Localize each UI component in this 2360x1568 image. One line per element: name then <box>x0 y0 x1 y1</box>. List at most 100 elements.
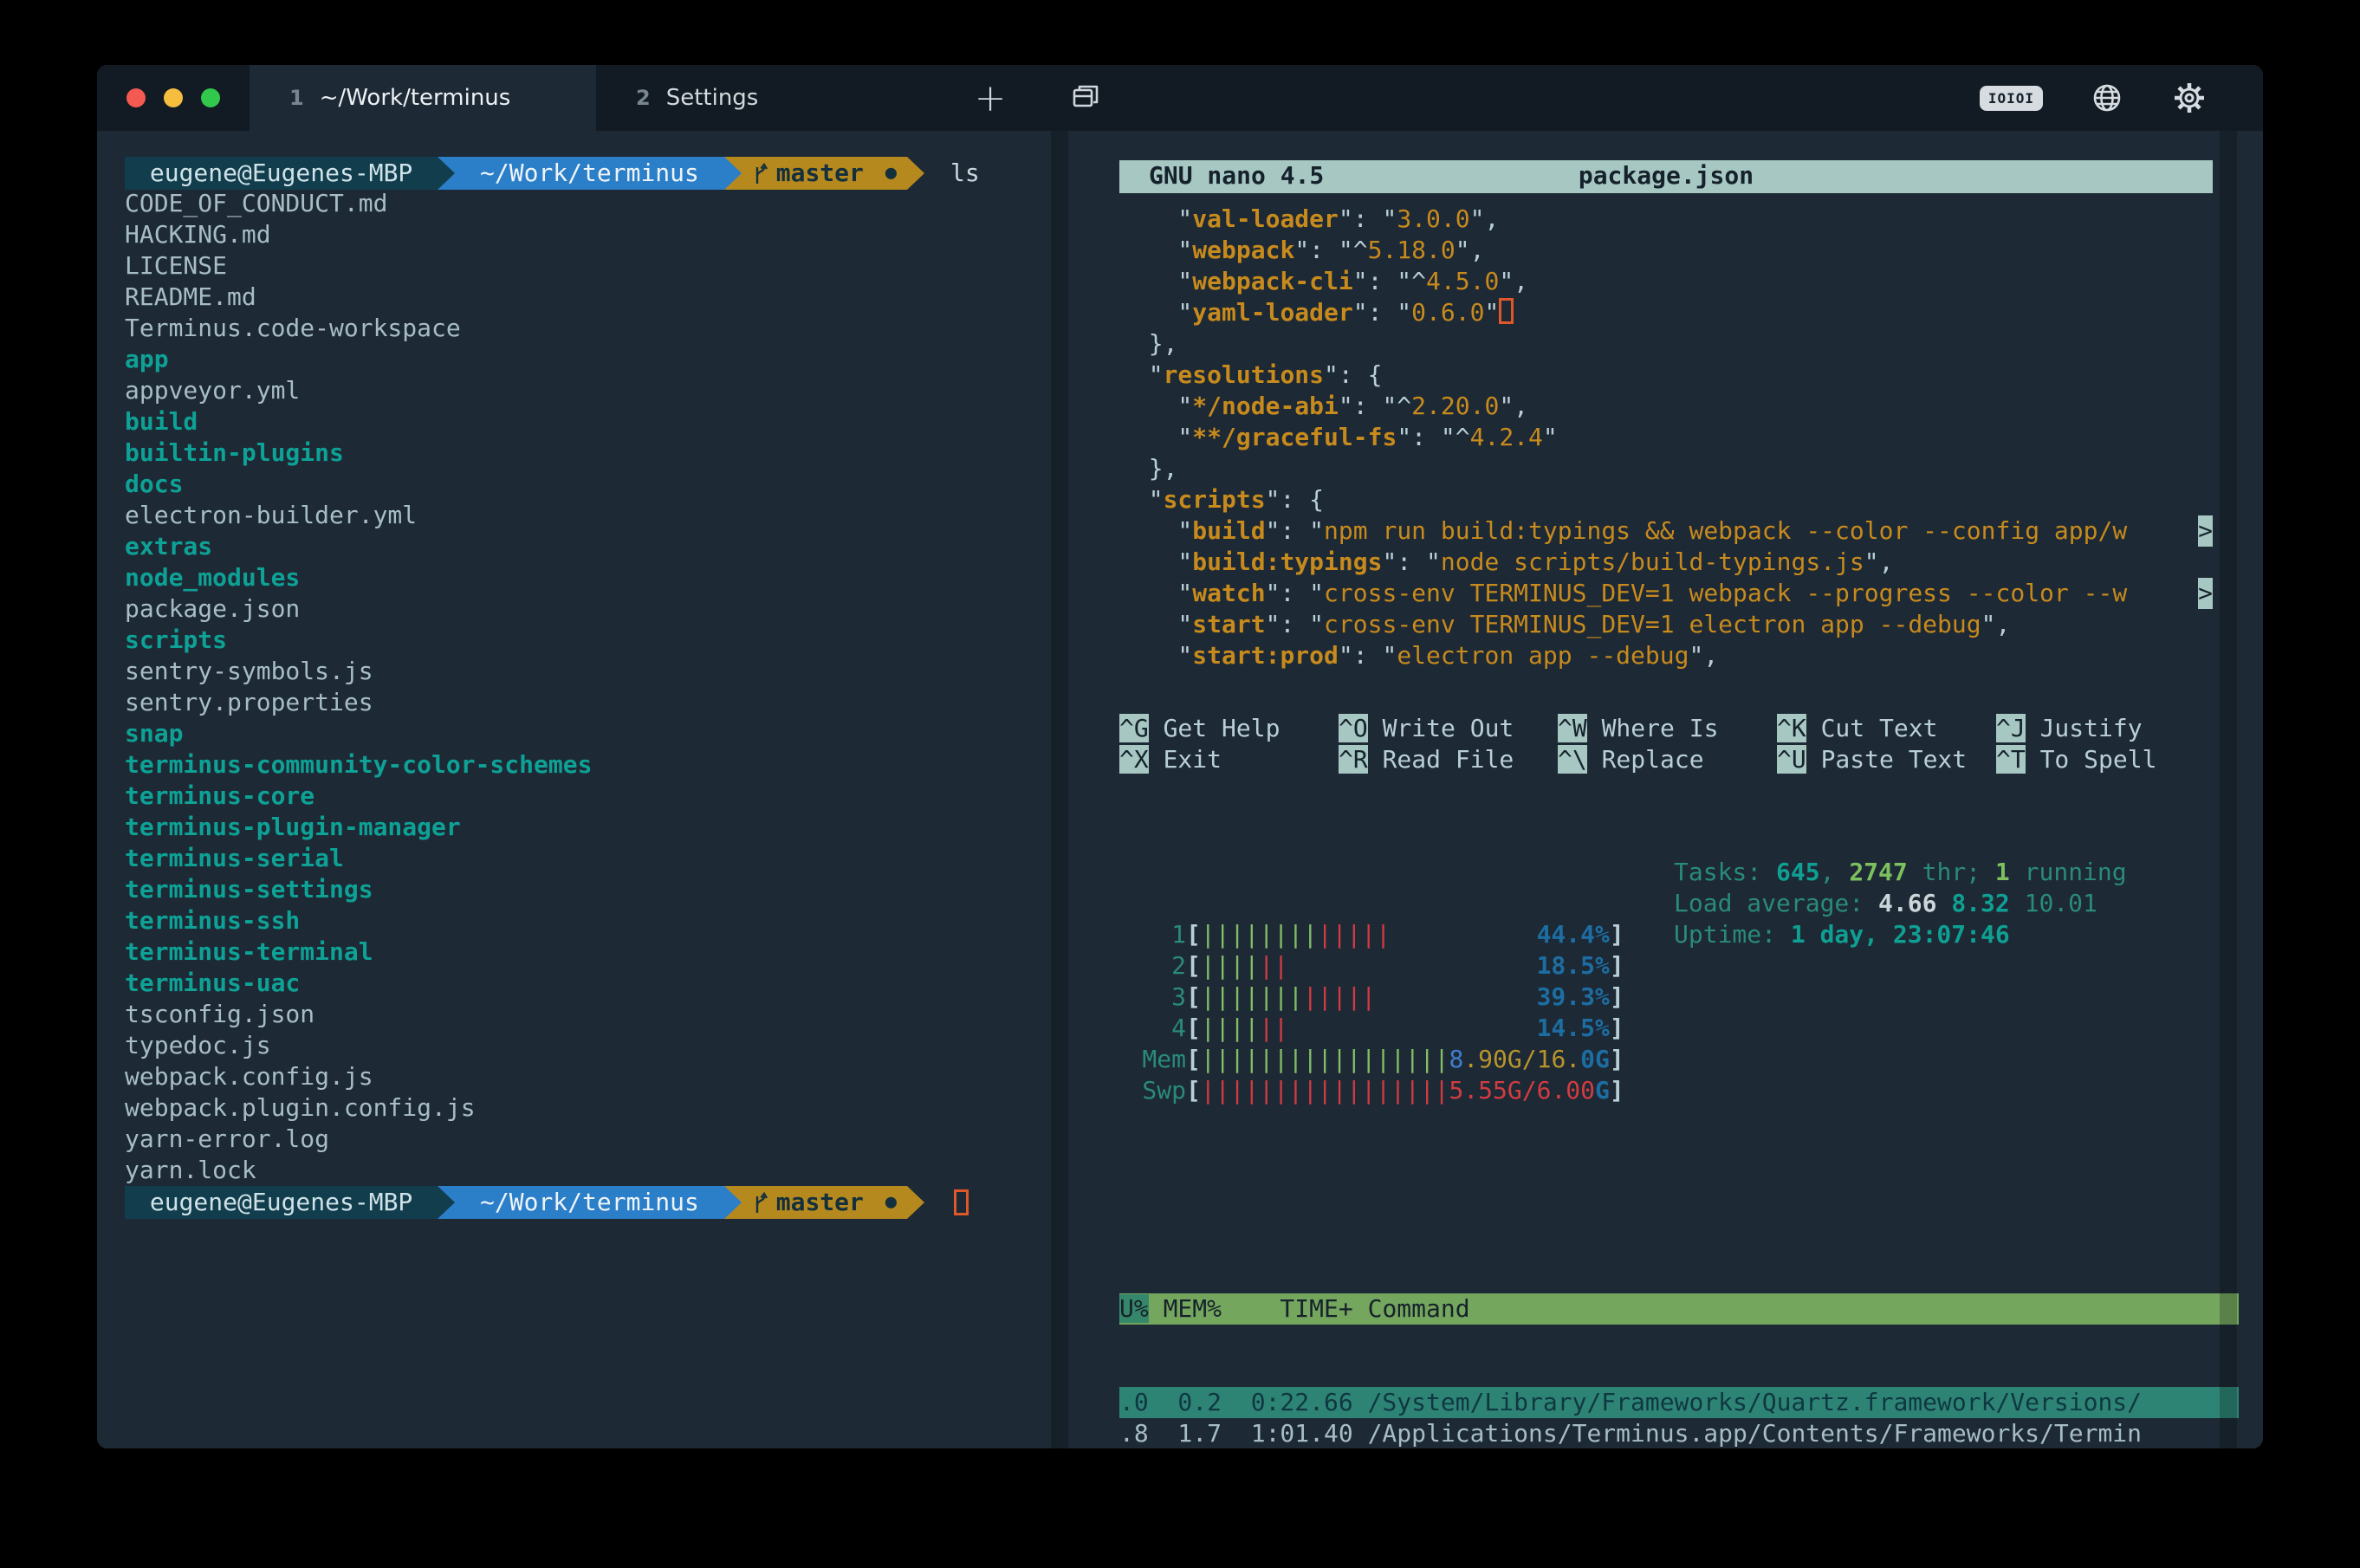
tab-number: 1 <box>289 86 304 110</box>
file-entry: appveyor.yml <box>125 375 1051 406</box>
powerline-arrow-icon <box>438 157 455 190</box>
file-entry: package.json <box>125 593 1051 625</box>
nano-filename: package.json <box>1119 160 2213 191</box>
file-entry: tsconfig.json <box>125 999 1051 1030</box>
json-key: resolutions <box>1164 360 1324 389</box>
nano-line: "webpack-cli": "^4.5.0", <box>1119 266 2213 297</box>
duplicate-window-icon[interactable] <box>1038 65 1133 131</box>
meter-3: 3[||||||||||||39.3%] <box>1119 982 2239 1013</box>
zoom-button[interactable] <box>201 88 220 107</box>
shortcut-key: ^W <box>1558 714 1587 742</box>
shell-prompt: eugene@Eugenes-MBP ~/Work/terminus maste… <box>125 157 1051 190</box>
nano-shortcut: ^X Exit <box>1119 744 1339 775</box>
powerline-arrow-icon <box>907 1186 924 1219</box>
shortcut-label: Paste Text <box>1806 745 1967 774</box>
json-punctuation: ": " <box>1382 548 1440 576</box>
nano-line: "resolutions": { <box>1119 360 2213 391</box>
json-punctuation: " <box>1119 641 1192 670</box>
meter-pipes: ||||||||||||||||| <box>1201 1044 1449 1075</box>
tab-number: 2 <box>636 86 651 110</box>
right-pane-scrollbar[interactable] <box>2220 131 2237 1448</box>
file-entry: build <box>125 406 1051 437</box>
json-punctuation: ": " <box>1339 641 1397 670</box>
file-entry: CODE_OF_CONDUCT.md <box>125 188 1051 219</box>
nano-line: "watch": "cross-env TERMINUS_DEV=1 webpa… <box>1119 578 2213 609</box>
shortcut-key: ^K <box>1777 714 1806 742</box>
right-pane: GNU nano 4.5 package.json "val-loader": … <box>1074 131 2263 1448</box>
nano-titlebar: GNU nano 4.5 package.json <box>1119 160 2213 193</box>
powerline-arrow-icon <box>907 157 924 190</box>
json-punctuation: " <box>1119 360 1164 389</box>
file-name: sentry-symbols.js <box>125 657 373 685</box>
shortcut-label: Write Out <box>1368 714 1514 742</box>
nano-line: "*/node-abi": "^2.20.0", <box>1119 391 2213 422</box>
file-entry: terminus-plugin-manager <box>125 812 1051 843</box>
file-name: README.md <box>125 282 256 311</box>
file-entry: webpack.config.js <box>125 1061 1051 1092</box>
json-value: node scripts/build-typings.js <box>1441 548 1864 576</box>
sort-column-header: U% <box>1119 1294 1149 1323</box>
file-entry: terminus-uac <box>125 968 1051 999</box>
summary-line: Tasks: 645, 2747 thr; 1 running <box>1674 857 2127 888</box>
file-entry: yarn-error.log <box>125 1124 1051 1155</box>
nano-line: "yaml-loader": "0.6.0" <box>1119 297 2213 328</box>
shortcut-key: ^J <box>1996 714 2026 742</box>
nano-shortcut: ^R Read File <box>1339 744 1558 775</box>
terminus-window: 1~/Work/terminus2Settings + IOIOI <box>97 65 2263 1448</box>
json-value: 3.0.0 <box>1397 204 1469 233</box>
tab--work-terminus[interactable]: 1~/Work/terminus <box>250 65 596 131</box>
file-name: yarn.lock <box>125 1156 256 1184</box>
file-entry: LICENSE <box>125 250 1051 282</box>
globe-icon[interactable] <box>2090 81 2124 115</box>
tab-bar: 1~/Work/terminus2Settings + IOIOI <box>97 65 2263 131</box>
file-entry: yarn.lock <box>125 1155 1051 1186</box>
directory-name: snap <box>125 719 183 748</box>
settings-gear-icon[interactable] <box>2171 80 2208 116</box>
new-tab-button[interactable]: + <box>943 65 1038 131</box>
htop-pane: 1[|||||||||||||44.4%]2[||||||18.5%]3[|||… <box>1119 857 2239 1448</box>
nano-shortcut: ^J Justify <box>1996 713 2215 744</box>
file-name: CODE_OF_CONDUCT.md <box>125 189 387 217</box>
json-punctuation: " <box>1119 548 1192 576</box>
json-punctuation: " <box>1119 392 1192 420</box>
json-punctuation: " <box>1119 204 1192 233</box>
shortcut-label: Replace <box>1587 745 1704 774</box>
meter-pipes: |||||||||||| <box>1201 982 1376 1013</box>
shortcut-key: ^O <box>1339 714 1368 742</box>
process-row: .8 1.7 1:01.40 /Applications/Terminus.ap… <box>1119 1418 2239 1448</box>
close-button[interactable] <box>126 88 146 107</box>
file-entry: node_modules <box>125 562 1051 593</box>
nano-line: }, <box>1119 328 2213 360</box>
meter-value: 44.4% <box>1537 919 1610 950</box>
left-pane-scrollbar[interactable] <box>1051 131 1068 1448</box>
directory-name: terminus-ssh <box>125 906 300 935</box>
meter-value: 18.5% <box>1537 950 1610 982</box>
powerline-arrow-icon <box>724 1186 742 1219</box>
git-branch-name: master <box>776 158 879 189</box>
prompt-git-segment: master ● <box>742 1186 907 1219</box>
prompt-git-segment: master ● <box>742 157 907 190</box>
shortcut-key: ^G <box>1119 714 1149 742</box>
file-entry: README.md <box>125 282 1051 313</box>
directory-name: terminus-plugin-manager <box>125 813 461 841</box>
json-punctuation: " <box>1119 298 1192 327</box>
json-key: scripts <box>1164 485 1266 514</box>
json-key: build <box>1192 516 1265 545</box>
meter-label: 1 <box>1142 919 1186 950</box>
shortcut-key: ^U <box>1777 745 1806 774</box>
serial-port-icon[interactable]: IOIOI <box>1980 86 2043 111</box>
shortcut-label: Read File <box>1368 745 1514 774</box>
meter-bar: ||||||||||||39.3% <box>1201 982 1610 1013</box>
file-name: HACKING.md <box>125 220 271 249</box>
nano-shortcut: ^U Paste Text <box>1777 744 1996 775</box>
file-entry: snap <box>125 718 1051 749</box>
nano-line: "start": "cross-env TERMINUS_DEV=1 elect… <box>1119 609 2213 640</box>
directory-name: extras <box>125 532 212 560</box>
directory-name: builtin-plugins <box>125 438 344 467</box>
json-punctuation: " <box>1119 610 1192 638</box>
green-ticks: |||||||| <box>1201 920 1318 949</box>
minimize-button[interactable] <box>164 88 183 107</box>
git-branch-name: master <box>776 1187 879 1218</box>
tab-settings[interactable]: 2Settings <box>596 65 943 131</box>
powerline-arrow-icon <box>724 157 742 190</box>
